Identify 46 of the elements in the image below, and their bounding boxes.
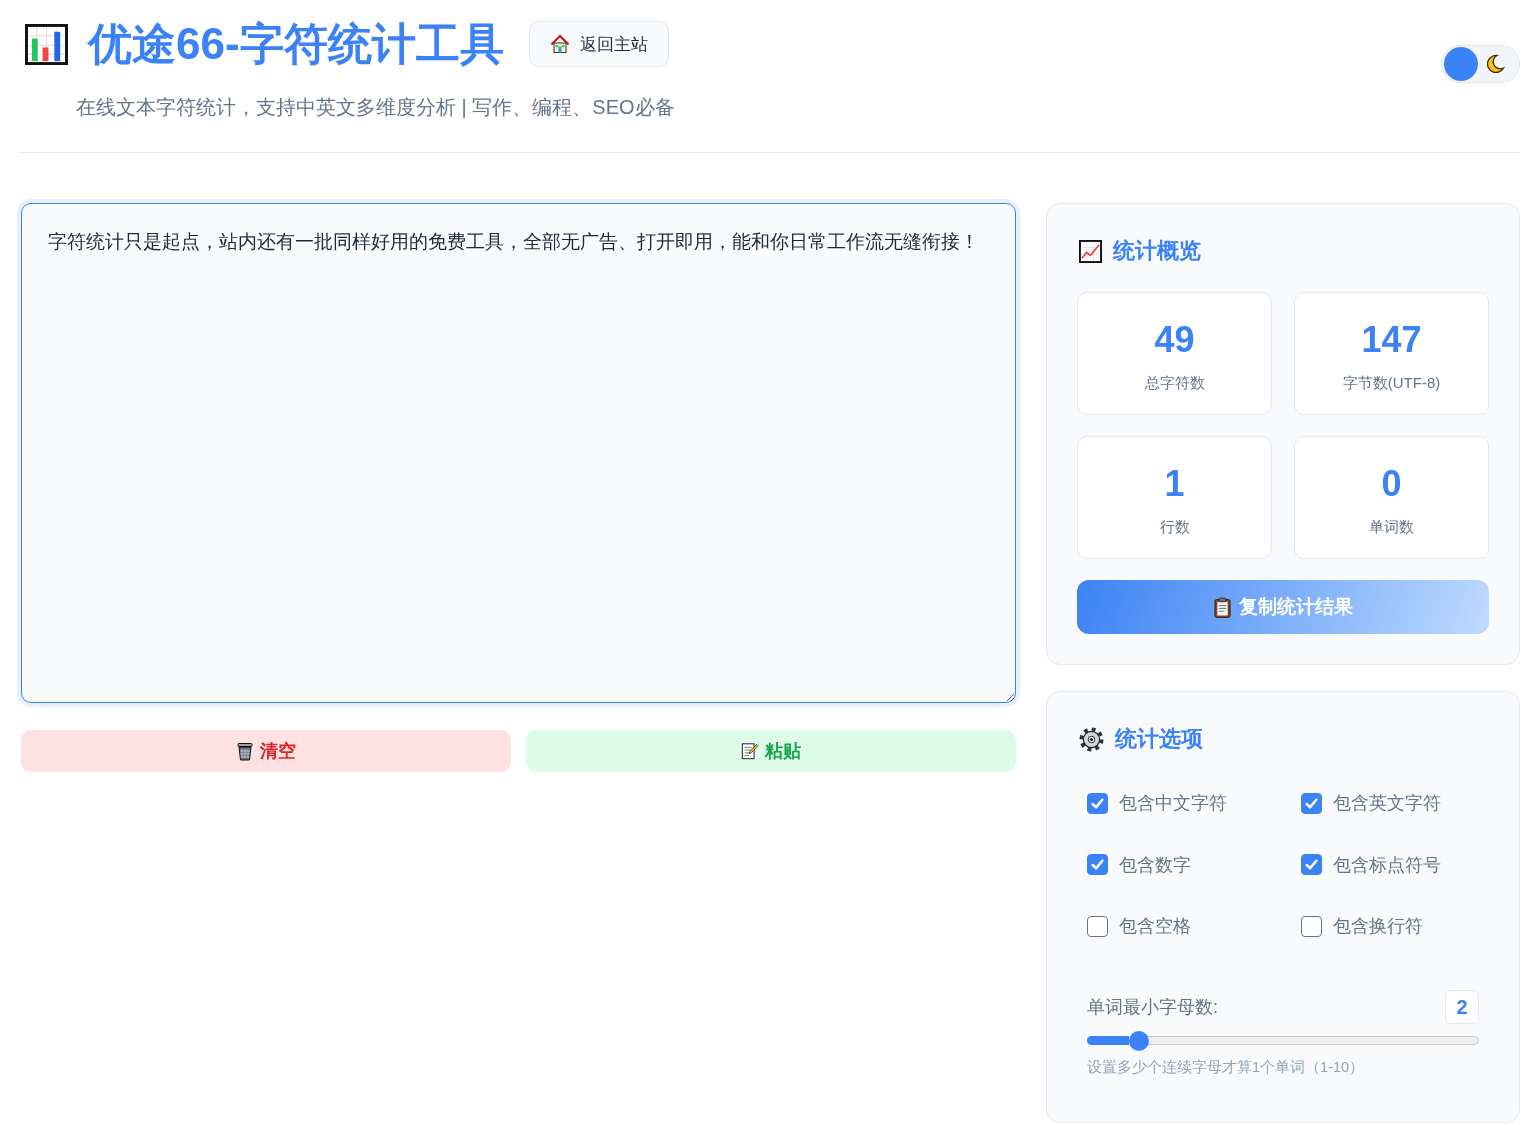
option-label[interactable]: 包含数字 — [1119, 852, 1191, 877]
paste-button[interactable]: 粘贴 — [526, 730, 1016, 772]
checkmark-icon — [1304, 795, 1319, 811]
slider-value: 2 — [1445, 990, 1479, 1024]
slider-label: 单词最小字母数: — [1087, 996, 1218, 1019]
option-label[interactable]: 包含中文字符 — [1119, 791, 1227, 815]
checkbox[interactable] — [1301, 854, 1322, 875]
slider-hint: 设置多少个连续字母才算1个单词（1-10） — [1087, 1058, 1366, 1077]
checkbox[interactable] — [1301, 792, 1322, 814]
checkmark-icon — [1090, 857, 1105, 872]
clipboard-icon — [1213, 596, 1231, 618]
checkmark-icon — [1304, 857, 1319, 872]
stat-value: 49 — [1153, 318, 1196, 362]
line-chart-icon — [1079, 239, 1102, 263]
checkbox[interactable] — [1301, 915, 1322, 937]
checkbox[interactable] — [1087, 792, 1108, 814]
checkbox[interactable] — [1087, 854, 1108, 875]
subtitle: 在线文本字符统计，支持中英文多维度分析 | 写作、编程、SEO必备 — [76, 95, 675, 120]
slider-thumb[interactable] — [1128, 1030, 1149, 1051]
trash-can-icon — [236, 741, 254, 761]
gear-icon — [1079, 726, 1104, 752]
option-label[interactable]: 包含英文字符 — [1333, 791, 1441, 815]
checkmark-icon — [1090, 795, 1105, 811]
option-label[interactable]: 包含换行符 — [1333, 914, 1423, 938]
toggle-knob — [1444, 47, 1478, 81]
stat-value: 0 — [1380, 462, 1403, 506]
stat-label: 行数 — [1158, 517, 1191, 537]
stat-label: 总字符数 — [1143, 373, 1206, 393]
bar-chart-icon — [25, 23, 68, 65]
checkbox[interactable] — [1087, 915, 1108, 937]
stat-label: 字节数(UTF-8) — [1341, 373, 1442, 393]
text-input-field[interactable]: 字符统计只是起点，站内还有一批同样好用的免费工具，全部无广告、打开即用，能和你日常工作流无缝衔接！ — [21, 203, 1016, 703]
page-title: 优途66-字符统计工具 — [88, 18, 504, 70]
home-button[interactable]: 返回主站 — [528, 21, 669, 67]
panel-title: 统计概览 — [1113, 237, 1201, 265]
theme-toggle[interactable] — [1441, 45, 1520, 83]
stat-label: 单词数 — [1368, 517, 1415, 537]
stat-value: 147 — [1360, 318, 1423, 362]
panel-title: 统计选项 — [1115, 725, 1203, 753]
house-icon — [549, 34, 570, 54]
option-label[interactable]: 包含空格 — [1119, 914, 1191, 938]
moon-icon — [1485, 54, 1505, 74]
clear-button[interactable]: 清空 — [21, 730, 511, 772]
stat-value: 1 — [1163, 462, 1186, 506]
memo-pencil-icon — [741, 741, 759, 761]
option-label[interactable]: 包含标点符号 — [1333, 852, 1441, 877]
